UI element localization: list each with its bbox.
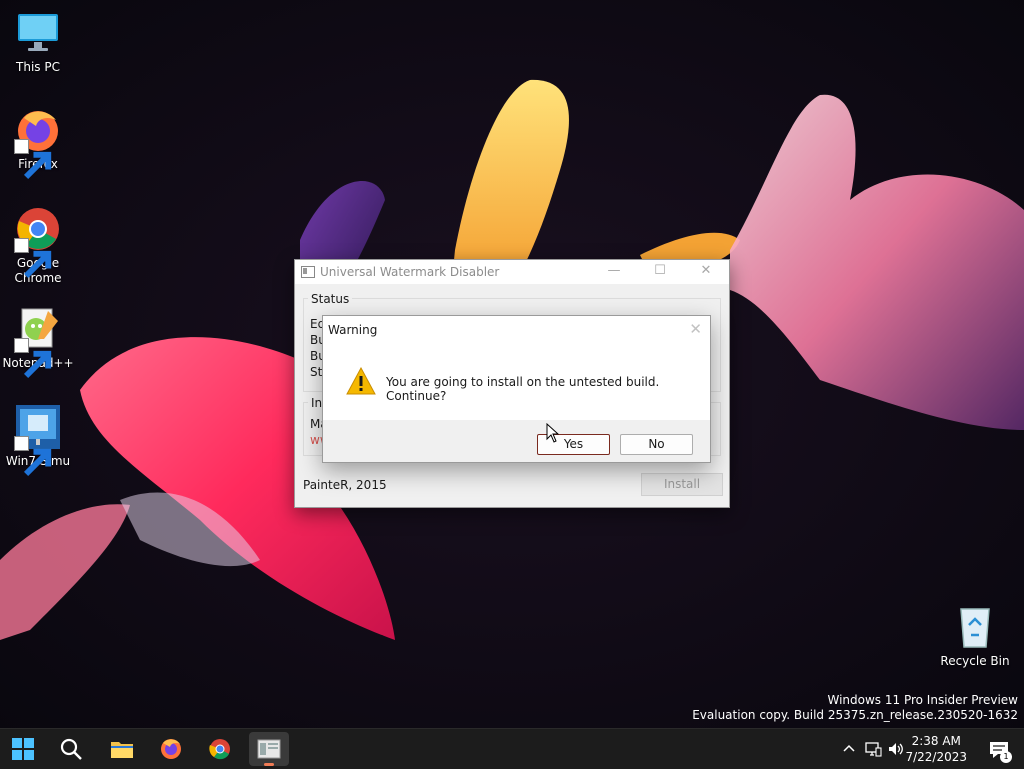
desktop-icon-firefox[interactable]: Firefox	[0, 106, 76, 180]
shortcut-arrow-icon	[14, 238, 52, 279]
no-button[interactable]: No	[620, 434, 693, 455]
chrome-icon	[209, 739, 230, 760]
clock-time: 2:38 AM	[911, 734, 961, 748]
dialog-button-bar: Yes No	[323, 420, 710, 462]
app-window-icon	[301, 266, 315, 278]
desktop-icon-google-chrome[interactable]: Google Chrome	[0, 205, 76, 286]
recycle-bin-icon	[951, 603, 999, 651]
desktop-icon-label: This PC	[16, 60, 60, 74]
mouse-cursor-icon	[546, 422, 560, 443]
app-title: Universal Watermark Disabler	[320, 265, 500, 279]
windows-watermark: Windows 11 Pro Insider Preview Evaluatio…	[692, 693, 1018, 723]
watermark-edition: Windows 11 Pro Insider Preview	[827, 693, 1018, 707]
volume-icon	[889, 743, 903, 755]
app-footer-credit: PainteR, 2015	[303, 478, 387, 492]
shortcut-arrow-icon	[14, 436, 52, 477]
notification-button[interactable]: 1	[988, 739, 1012, 763]
show-hidden-icons-button[interactable]	[840, 740, 858, 758]
search-icon	[60, 738, 82, 760]
taskbar-firefox[interactable]	[151, 732, 191, 766]
start-button[interactable]	[3, 732, 43, 766]
file-explorer-icon	[111, 742, 133, 758]
dialog-title: Warning	[328, 323, 378, 337]
firefox-icon	[161, 739, 181, 759]
notification-badge: 1	[1000, 751, 1012, 763]
warning-icon	[346, 366, 376, 395]
taskbar-clock[interactable]: 2:38 AM 7/22/2023	[905, 733, 967, 765]
network-button[interactable]	[864, 740, 882, 758]
search-button[interactable]	[51, 732, 91, 766]
watermark-build: Evaluation copy. Build 25375.zn_release.…	[692, 708, 1018, 722]
app-titlebar[interactable]: Universal Watermark Disabler — ☐ ✕	[295, 260, 729, 284]
warning-dialog: Warning ✕ You are going to install on th…	[322, 315, 711, 463]
minimize-button[interactable]: —	[591, 260, 637, 284]
desktop-icon-notepadpp[interactable]: Notepad++	[0, 305, 76, 379]
desktop-icon-label: Recycle Bin	[940, 654, 1010, 668]
taskbar-file-explorer[interactable]	[102, 732, 142, 766]
maximize-button[interactable]: ☐	[637, 260, 683, 284]
this-pc-icon	[14, 9, 62, 57]
chevron-up-icon	[843, 744, 855, 752]
app-window-icon	[257, 739, 281, 759]
chrome-icon	[14, 205, 62, 279]
start-icon	[12, 738, 34, 760]
close-button[interactable]: ✕	[683, 260, 729, 284]
desktop-icon-this-pc[interactable]: This PC	[0, 9, 76, 75]
notepadpp-icon	[14, 305, 62, 379]
install-button[interactable]: Install	[641, 473, 723, 496]
shortcut-arrow-icon	[14, 338, 52, 379]
volume-button[interactable]	[887, 740, 905, 758]
network-icon	[865, 742, 882, 757]
shortcut-arrow-icon	[14, 139, 52, 180]
taskbar: 2:38 AM 7/22/2023 1	[0, 728, 1024, 769]
desktop-icon-win7-simu[interactable]: Win7 Simu	[0, 403, 76, 477]
firefox-icon	[14, 106, 62, 180]
taskbar-chrome[interactable]	[200, 732, 240, 766]
desktop-icon-recycle-bin[interactable]: Recycle Bin	[937, 603, 1013, 669]
dialog-message: You are going to install on the untested…	[386, 375, 660, 403]
status-group-label: Status	[308, 292, 353, 306]
clock-date: 7/22/2023	[905, 750, 967, 764]
dialog-close-button[interactable]: ✕	[689, 320, 702, 338]
taskbar-app-window[interactable]	[249, 732, 289, 766]
win7-simu-icon	[14, 403, 62, 477]
